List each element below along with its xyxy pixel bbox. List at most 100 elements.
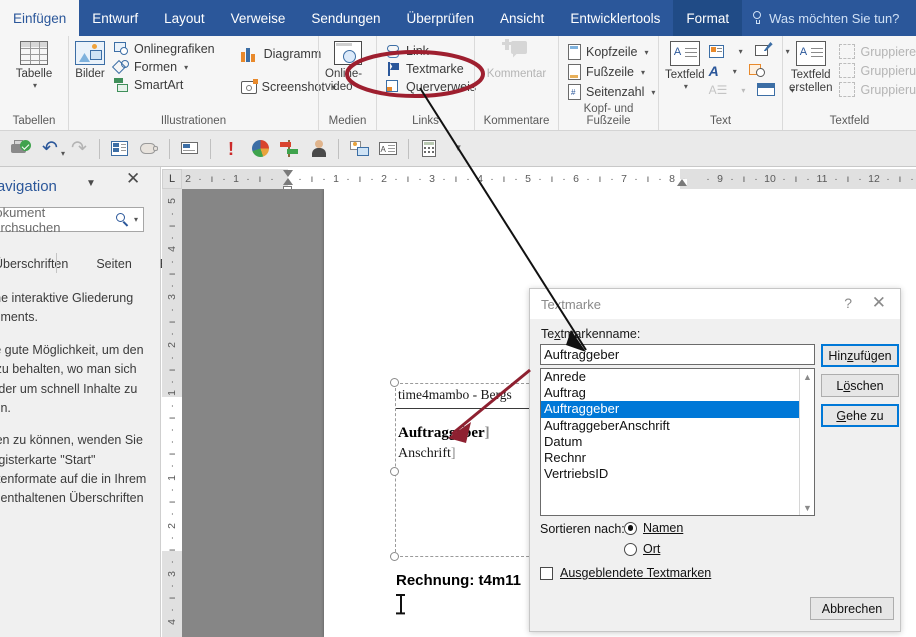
online-video-button[interactable]: Online-video [325, 41, 370, 94]
add-bookmark-button[interactable]: Hinzufügen [821, 344, 899, 367]
chevron-down-icon[interactable]: ▾ [134, 215, 138, 224]
navigation-search-input[interactable]: Dokument durchsuchen ▾ [0, 205, 144, 235]
chevron-down-icon[interactable]: ▾ [641, 68, 645, 77]
footer-button[interactable]: Fußzeile ▾ [565, 63, 658, 81]
ungroup-button[interactable]: Gruppierung [836, 62, 916, 79]
date-time-icon[interactable] [748, 63, 766, 79]
redo-icon[interactable]: ↷ [66, 136, 92, 162]
screen-picture-icon[interactable] [346, 136, 372, 162]
nav-tab-ueberschriften[interactable]: Überschriften [0, 251, 82, 277]
sort-by-name-radio[interactable]: Namen [624, 521, 683, 535]
close-icon[interactable]: ✕ [872, 292, 886, 314]
calculator-icon[interactable] [416, 136, 442, 162]
goto-bookmark-button[interactable]: Gehe zu [821, 404, 899, 427]
list-item[interactable]: Auftrag [541, 385, 814, 401]
piggy-icon[interactable] [136, 136, 162, 162]
wordart-icon[interactable]: A [709, 63, 719, 79]
link-button[interactable]: Link [383, 43, 479, 59]
delete-bookmark-button[interactable]: Löschen [821, 374, 899, 397]
scroll-up-icon[interactable]: ▲ [800, 369, 814, 384]
object-icon[interactable] [757, 83, 776, 97]
regroup-button[interactable]: Gruppierung [836, 81, 916, 98]
group-button[interactable]: Gruppieren [836, 43, 916, 60]
tab-verweise[interactable]: Verweise [218, 0, 299, 36]
quick-parts-icon[interactable] [708, 44, 725, 59]
chevron-down-icon[interactable]: ▾ [651, 88, 655, 97]
resize-handle[interactable] [390, 467, 399, 476]
vertical-ruler[interactable]: 5 · ı · 4 · ı · 3 · ı · 2 · ı · 1 · ı · · ı · 1 · ı · … [162, 189, 182, 637]
resize-handle[interactable] [390, 378, 399, 387]
nav-tab-seiten[interactable]: Seiten [82, 251, 145, 277]
scroll-down-icon[interactable]: ▼ [800, 500, 814, 515]
tab-ansicht[interactable]: Ansicht [487, 0, 557, 36]
tab-layout[interactable]: Layout [151, 0, 218, 36]
table-button[interactable]: Tabelle ▾ [7, 41, 61, 90]
person-icon[interactable] [305, 136, 331, 162]
list-item[interactable]: VertriebsID [541, 466, 814, 482]
list-item[interactable]: Anrede [541, 369, 814, 385]
bookmark-list[interactable]: Anrede Auftrag Auftraggeber Auftraggeber… [540, 368, 815, 516]
chevron-down-icon[interactable]: ▾ [33, 81, 37, 90]
hidden-bookmarks-checkbox[interactable]: Ausgeblendete Textmarken [540, 566, 711, 580]
tab-einfuegen[interactable]: Einfügen [0, 0, 80, 36]
list-item[interactable]: Datum [541, 434, 814, 450]
chevron-down-icon[interactable]: ▾ [184, 63, 188, 72]
bookmark-button[interactable]: Textmarke [383, 61, 479, 77]
pie-chart-icon[interactable] [247, 136, 273, 162]
tab-stop-selector[interactable]: L [162, 169, 182, 189]
bookmark-name-input[interactable]: Auftraggeber [540, 344, 815, 365]
new-comment-button[interactable]: Kommentar [481, 39, 552, 81]
search-icon[interactable] [115, 213, 129, 226]
envelope-icon[interactable] [177, 136, 203, 162]
chevron-down-icon[interactable]: ▾ [739, 47, 743, 56]
header-button[interactable]: Kopfzeile ▾ [565, 43, 658, 61]
chevron-down-icon[interactable]: ▾ [644, 48, 648, 57]
bookmark-dialog[interactable]: Textmarke ? ✕ Textmarkenname: Auftraggeb… [529, 288, 901, 632]
textbox-field-auftraggeber[interactable]: Auftraggeber] [398, 425, 490, 442]
list-item-selected[interactable]: Auftraggeber [541, 401, 814, 418]
tab-sendungen[interactable]: Sendungen [298, 0, 393, 36]
close-icon[interactable]: ✕ [126, 170, 140, 187]
exclamation-icon[interactable]: ! [218, 136, 244, 162]
signature-line-icon[interactable] [754, 42, 773, 59]
right-indent-marker[interactable] [677, 179, 687, 186]
smartart-button[interactable]: SmartArt [111, 77, 218, 93]
signpost-icon[interactable] [276, 136, 302, 162]
cancel-button[interactable]: Abbrechen [810, 597, 894, 620]
textbox-field-anschrift[interactable]: Anschrift] [398, 446, 456, 462]
print-check-icon[interactable] [8, 136, 34, 162]
chevron-down-icon[interactable]: ▾ [733, 67, 737, 76]
chevron-down-icon[interactable]: ▾ [741, 86, 745, 95]
list-item[interactable]: Rechnr [541, 450, 814, 466]
create-text-box-button[interactable]: A Textfeld erstellen [789, 41, 832, 95]
business-card-icon[interactable]: A [375, 136, 401, 162]
more-icon[interactable]: ▾ [445, 136, 471, 162]
sort-by-location-radio[interactable]: Ort [624, 542, 660, 556]
cross-reference-button[interactable]: Querverweis [383, 79, 479, 95]
chevron-down-icon[interactable]: ▾ [61, 149, 65, 158]
horizontal-ruler[interactable]: 2 · ı · 1 · ı · · ı · 1 · ı · 2 · ı · 3 · ı · 4 · ı · … [182, 169, 916, 193]
hanging-indent-marker[interactable] [283, 178, 293, 185]
first-line-indent-marker[interactable] [283, 170, 293, 177]
list-scrollbar[interactable]: ▲ ▼ [799, 369, 814, 515]
shapes-button[interactable]: Formen ▾ [111, 59, 218, 75]
resize-handle[interactable] [390, 552, 399, 561]
tab-label: Einfügen [13, 10, 67, 26]
page-number-button[interactable]: # Seitenzahl ▾ [565, 83, 658, 101]
help-icon[interactable]: ? [844, 295, 852, 311]
tab-entwicklertools[interactable]: Entwicklertools [557, 0, 673, 36]
tab-format[interactable]: Format [673, 0, 743, 36]
chevron-down-icon[interactable]: ▼ [86, 178, 96, 189]
document-invoice-line[interactable]: Rechnung: t4m11 [396, 572, 521, 589]
online-pictures-button[interactable]: Onlinegrafiken [111, 41, 218, 57]
list-item[interactable]: AuftraggeberAnschrift [541, 418, 814, 434]
drop-cap-icon[interactable]: A☰ [709, 83, 728, 97]
organizer-icon[interactable] [107, 136, 133, 162]
text-box-button[interactable]: A Textfeld ▾ [665, 41, 705, 91]
chevron-down-icon[interactable]: ▾ [684, 82, 688, 91]
undo-icon[interactable]: ↶ ▾ [37, 136, 65, 162]
tell-me-box[interactable]: Was möchten Sie tun? [742, 0, 909, 36]
pictures-button[interactable]: Bilder [75, 41, 105, 81]
tab-entwurf[interactable]: Entwurf [79, 0, 151, 36]
tab-ueberpruefen[interactable]: Überprüfen [393, 0, 487, 36]
